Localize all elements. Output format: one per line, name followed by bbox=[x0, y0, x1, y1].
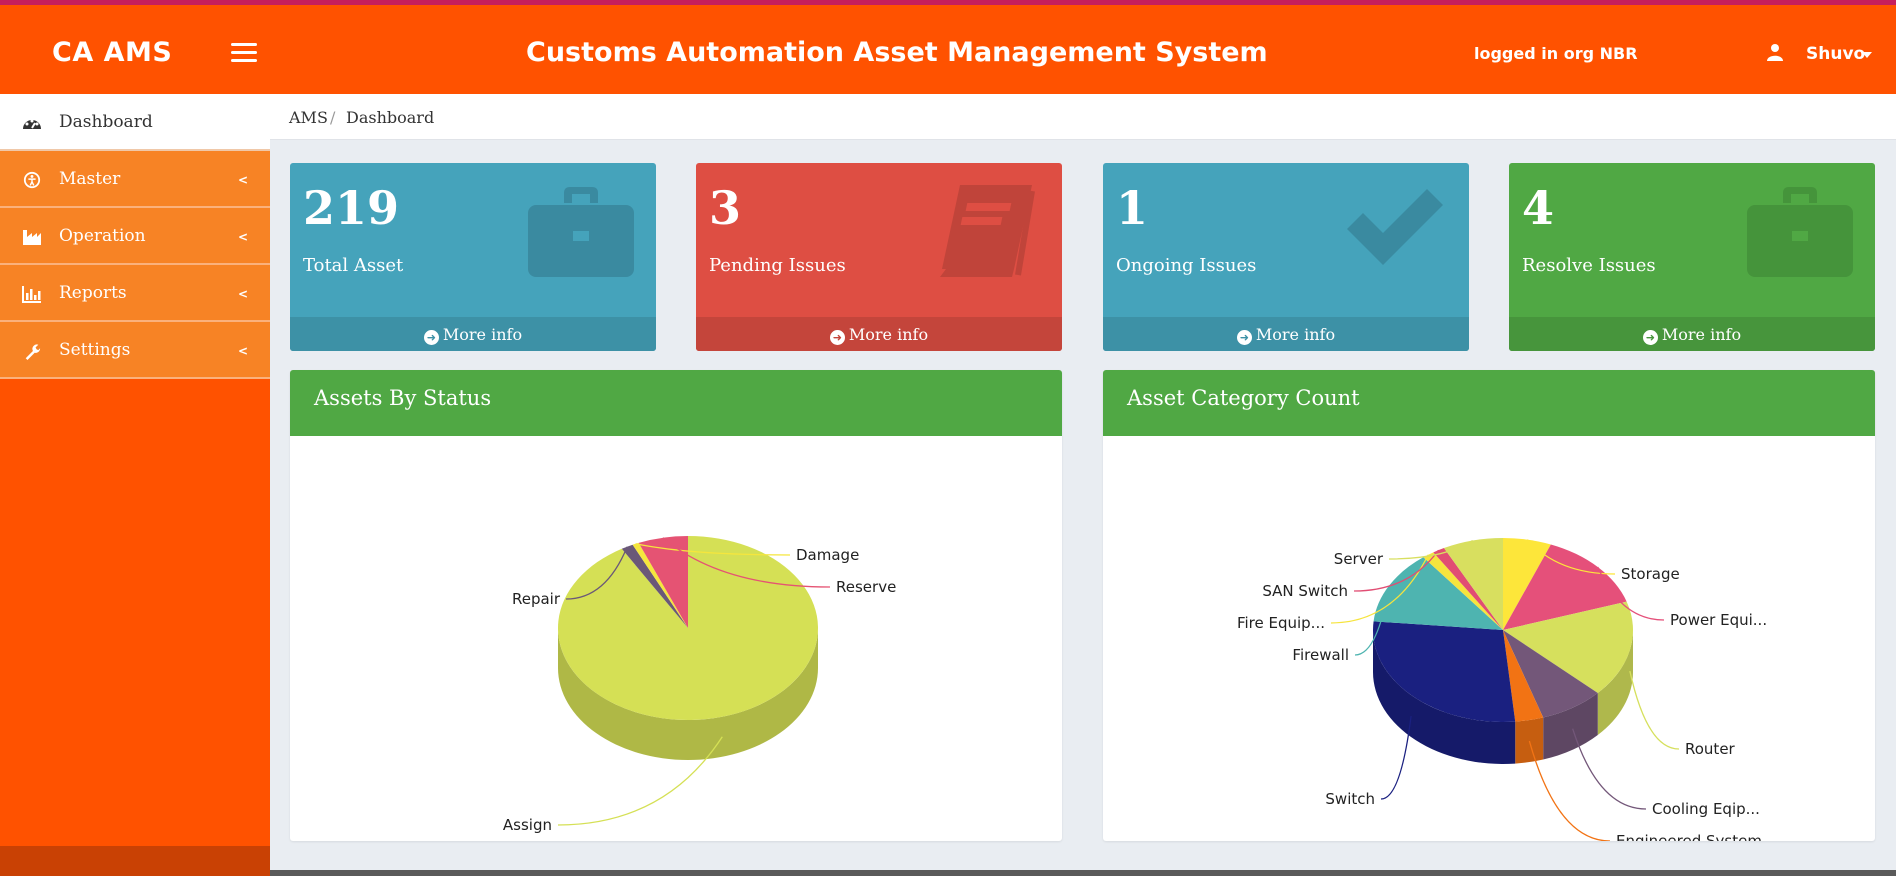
breadcrumb-current: Dashboard bbox=[346, 108, 435, 127]
breadcrumb-root-link[interactable]: AMS bbox=[289, 108, 328, 127]
more-info-link[interactable]: ➜ More info bbox=[1103, 317, 1469, 351]
card-value: 4 bbox=[1522, 181, 1555, 235]
sidebar-item-label: Operation bbox=[59, 226, 146, 246]
leader-line bbox=[1629, 670, 1680, 750]
card-value: 1 bbox=[1116, 181, 1149, 235]
user-icon[interactable] bbox=[1767, 43, 1783, 61]
assets-by-status-panel: Assets By Status Assign Repair Damage Reser… bbox=[290, 370, 1062, 841]
sidebar-item-label: Settings bbox=[59, 340, 131, 360]
more-info-label: More info bbox=[1255, 325, 1336, 344]
more-info-link[interactable]: ➜ More info bbox=[696, 317, 1062, 351]
arrow-circle-right-icon: ➜ bbox=[423, 330, 439, 345]
sidebar-item-reports[interactable]: Reports < bbox=[0, 265, 270, 322]
breadcrumb: AMS / Dashboard bbox=[270, 94, 1896, 140]
brand-logo[interactable]: CA AMS bbox=[52, 37, 172, 68]
pie-label: SAN Switch bbox=[1262, 582, 1348, 600]
user-menu-button[interactable]: Shuvo bbox=[1806, 44, 1865, 64]
wrench-icon bbox=[25, 344, 41, 360]
asset-category-count-panel: Asset Category Count Storage Power Equi..… bbox=[1103, 370, 1875, 841]
pie-label: Router bbox=[1685, 740, 1736, 758]
pie-label: Cooling Eqip... bbox=[1652, 800, 1760, 818]
sidebar-footer bbox=[0, 846, 270, 876]
tachometer-icon bbox=[23, 119, 41, 129]
pie-label: Switch bbox=[1325, 790, 1375, 808]
caret-down-icon[interactable] bbox=[1862, 52, 1872, 58]
pie-label: Firewall bbox=[1292, 646, 1349, 664]
top-navbar: CA AMS Customs Automation Asset Manageme… bbox=[0, 0, 1896, 94]
sidebar-item-label: Dashboard bbox=[59, 112, 153, 132]
sidebar-item-settings[interactable]: Settings < bbox=[0, 322, 270, 379]
pending-issues-card: 3 Pending Issues ➜ More info bbox=[696, 163, 1062, 351]
menu-toggle-icon[interactable] bbox=[231, 43, 257, 63]
pie-side-engineered-system[interactable] bbox=[1515, 717, 1544, 764]
book-icon bbox=[940, 185, 1035, 277]
pie-label: Engineered System bbox=[1616, 832, 1762, 841]
sidebar-item-label: Reports bbox=[59, 283, 127, 303]
bottom-scrollbar[interactable] bbox=[270, 870, 1896, 876]
pie-label: Server bbox=[1334, 550, 1384, 568]
chevron-left-icon: < bbox=[237, 173, 248, 187]
pie-label: Repair bbox=[512, 590, 561, 608]
more-info-label: More info bbox=[1661, 325, 1742, 344]
check-icon bbox=[1347, 189, 1443, 265]
sidebar-item-dashboard[interactable]: Dashboard bbox=[0, 94, 270, 151]
pie-label: Reserve bbox=[836, 578, 896, 596]
card-label: Ongoing Issues bbox=[1116, 255, 1257, 276]
card-label: Total Asset bbox=[303, 255, 404, 276]
login-status: logged in org NBR bbox=[1474, 44, 1638, 63]
panel-title: Assets By Status bbox=[290, 370, 1062, 436]
more-info-label: More info bbox=[442, 325, 523, 344]
sidebar-item-master[interactable]: Master < bbox=[0, 151, 270, 208]
arrow-circle-right-icon: ➜ bbox=[1642, 330, 1658, 345]
panel-title: Asset Category Count bbox=[1103, 370, 1875, 436]
sidebar-item-label: Master bbox=[59, 169, 121, 189]
pie-label: Fire Equip... bbox=[1237, 614, 1325, 632]
ongoing-issues-card: 1 Ongoing Issues ➜ More info bbox=[1103, 163, 1469, 351]
pie-label: Storage bbox=[1621, 565, 1680, 583]
chevron-left-icon: < bbox=[237, 344, 248, 358]
briefcase-icon bbox=[1747, 187, 1853, 277]
arrow-circle-right-icon: ➜ bbox=[1236, 330, 1252, 345]
breadcrumb-separator: / bbox=[330, 108, 336, 127]
pie-label: Damage bbox=[796, 546, 859, 564]
sidebar: Dashboard Master < Operation < Reports <… bbox=[0, 94, 270, 876]
chevron-left-icon: < bbox=[237, 287, 248, 301]
sidebar-item-operation[interactable]: Operation < bbox=[0, 208, 270, 265]
app-title: Customs Automation Asset Management Syst… bbox=[526, 37, 1268, 68]
accessibility-icon bbox=[23, 171, 41, 189]
total-asset-card: 219 Total Asset ➜ More info bbox=[290, 163, 656, 351]
card-label: Pending Issues bbox=[709, 255, 846, 276]
more-info-label: More info bbox=[848, 325, 929, 344]
resolve-issues-card: 4 Resolve Issues ➜ More info bbox=[1509, 163, 1875, 351]
industry-icon bbox=[23, 230, 41, 245]
more-info-link[interactable]: ➜ More info bbox=[1509, 317, 1875, 351]
card-value: 219 bbox=[303, 181, 400, 235]
asset-category-count-chart: Storage Power Equi... Router Cooling Eqip..… bbox=[1237, 538, 1767, 841]
chevron-left-icon: < bbox=[237, 230, 248, 244]
bar-chart-icon bbox=[22, 286, 41, 303]
more-info-link[interactable]: ➜ More info bbox=[290, 317, 656, 351]
assets-by-status-chart: Assign Repair Damage Reserve bbox=[503, 536, 896, 834]
pie-label: Power Equi... bbox=[1670, 611, 1767, 629]
arrow-circle-right-icon: ➜ bbox=[829, 330, 845, 345]
briefcase-icon bbox=[528, 187, 634, 277]
pie-label: Assign bbox=[503, 816, 552, 834]
card-label: Resolve Issues bbox=[1522, 255, 1656, 276]
card-value: 3 bbox=[709, 181, 742, 235]
